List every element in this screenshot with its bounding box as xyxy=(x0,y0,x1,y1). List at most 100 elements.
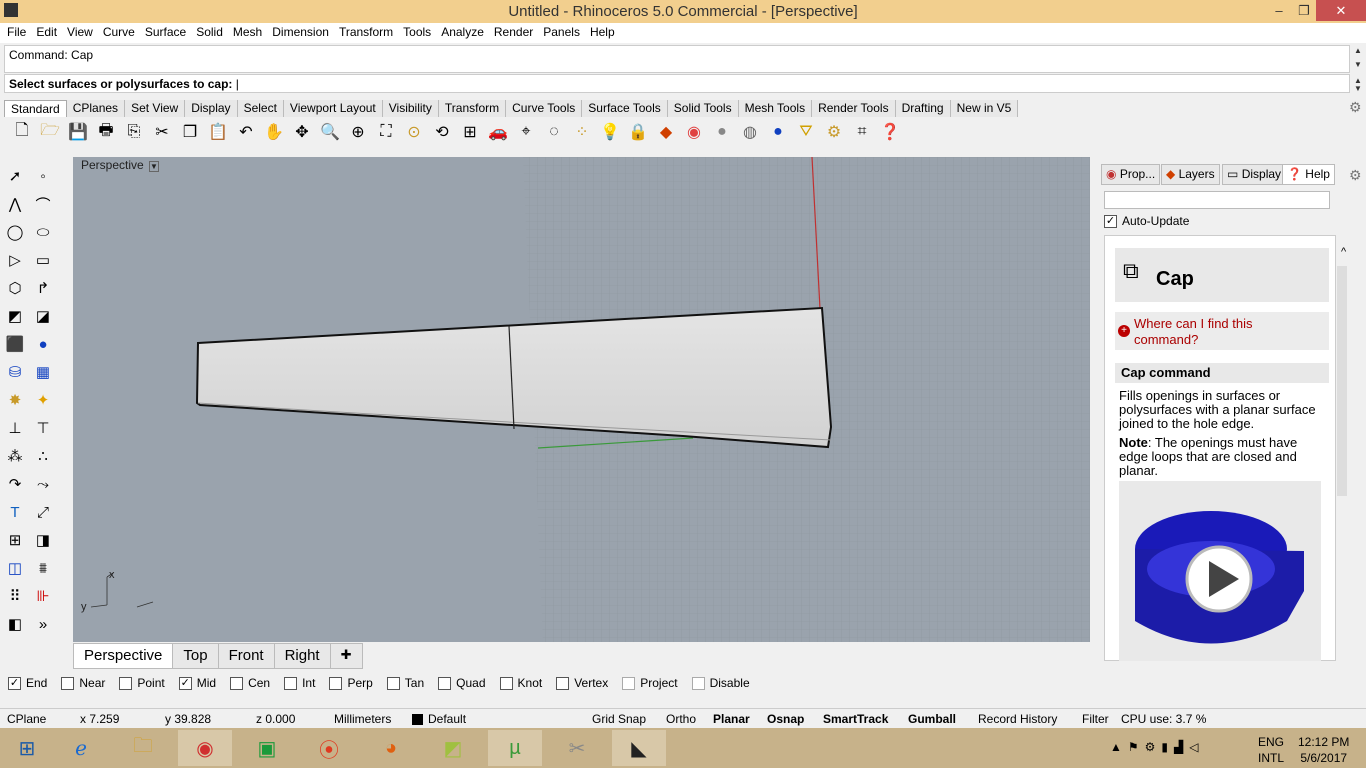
scroll-down-icon[interactable]: ▼ xyxy=(1352,84,1364,93)
help-search-input[interactable] xyxy=(1104,191,1330,209)
mesh-icon[interactable]: ▦ xyxy=(30,359,56,385)
surface-icon[interactable]: ◩ xyxy=(2,303,28,329)
text-icon[interactable]: T xyxy=(2,499,28,525)
menu-curve[interactable]: Curve xyxy=(98,23,140,43)
dimension-icon[interactable]: ⤢ xyxy=(30,499,56,525)
tab-perspective[interactable]: Perspective xyxy=(73,643,174,669)
tab-set-view[interactable]: Set View xyxy=(125,100,186,117)
menu-solid[interactable]: Solid xyxy=(191,23,228,43)
scroll-up-icon[interactable]: ▲ xyxy=(1352,46,1364,58)
polyline-icon[interactable]: ⋀ xyxy=(2,191,28,217)
osnap-disable[interactable]: Disable xyxy=(691,676,750,690)
tab-solid-tools[interactable]: Solid Tools xyxy=(667,100,739,117)
osnap-end[interactable]: ✓ End xyxy=(8,676,47,690)
fillet-edge-icon[interactable]: ↷ xyxy=(2,471,28,497)
tab-visibility[interactable]: Visibility xyxy=(382,100,439,117)
store-icon[interactable]: ▣ xyxy=(240,730,294,766)
scroll-up-icon[interactable]: ▲ xyxy=(1352,76,1364,85)
tab-right[interactable]: Right xyxy=(273,643,331,669)
osnap-toggle[interactable]: Osnap xyxy=(767,712,804,726)
sphere-gray-icon[interactable]: ● xyxy=(708,119,736,145)
menu-transform[interactable]: Transform xyxy=(334,23,398,43)
chevron-down-icon[interactable]: ▼ xyxy=(149,161,159,172)
tab-help[interactable]: ❓ Help xyxy=(1282,164,1335,185)
zoom-extents-icon[interactable]: ⛶ xyxy=(372,119,400,145)
planar-toggle[interactable]: Planar xyxy=(713,712,750,726)
copy-icon[interactable]: ❐ xyxy=(176,119,204,145)
grid-icon[interactable]: ⩩ xyxy=(30,555,56,581)
array-grid-icon[interactable]: ⠿ xyxy=(2,583,28,609)
ellipse-icon[interactable]: ⬭ xyxy=(30,219,56,245)
utorrent-icon[interactable]: µ xyxy=(488,730,542,766)
command-prompt[interactable]: Select surfaces or polysurfaces to cap: … xyxy=(4,74,1350,93)
osnap-near[interactable]: Near xyxy=(61,676,105,690)
minimize-button[interactable]: – xyxy=(1266,0,1292,21)
car-icon[interactable]: 🚗 xyxy=(484,119,512,145)
grid-snap-toggle[interactable]: Grid Snap xyxy=(592,712,646,726)
tab-select[interactable]: Select xyxy=(237,100,284,117)
photos-icon[interactable]: ◩ xyxy=(426,730,480,766)
menu-help[interactable]: Help xyxy=(585,23,620,43)
pan-icon[interactable]: ✋ xyxy=(260,119,288,145)
trim-icon[interactable]: ⊤ xyxy=(30,415,56,441)
tab-top[interactable]: Top xyxy=(172,643,219,669)
scroll-up-icon[interactable]: ^ xyxy=(1341,246,1346,258)
close-button[interactable]: ✕ xyxy=(1316,0,1366,21)
split-icon[interactable]: ⊥ xyxy=(2,415,28,441)
tab-new-in-v5[interactable]: New in V5 xyxy=(950,100,1019,117)
solid-box-icon[interactable]: ◫ xyxy=(2,555,28,581)
rotate-view-icon[interactable]: ✥ xyxy=(288,119,316,145)
record-history-toggle[interactable]: Record History xyxy=(978,712,1057,726)
status-units[interactable]: Millimeters xyxy=(334,712,391,726)
smarttrack-toggle[interactable]: SmartTrack xyxy=(823,712,888,726)
maximize-button[interactable]: ❐ xyxy=(1292,0,1316,21)
surface-edit-icon[interactable]: ◪ xyxy=(30,303,56,329)
set-cplane-icon[interactable]: ⌖ xyxy=(512,119,540,145)
color-wheel-icon[interactable]: ◉ xyxy=(680,119,708,145)
osnap-knot[interactable]: Knot xyxy=(499,676,542,690)
help-icon[interactable]: ❓ xyxy=(876,119,904,145)
zoom-selected-icon[interactable]: ⊙ xyxy=(400,119,428,145)
sphere-blue-icon[interactable]: ● xyxy=(764,119,792,145)
blend-icon[interactable]: ⤳ xyxy=(30,471,56,497)
tab-cplanes[interactable]: CPlanes xyxy=(66,100,126,117)
import-icon[interactable]: ⎘ xyxy=(120,119,148,145)
group-icon[interactable]: ⁂ xyxy=(2,443,28,469)
tool-icon[interactable]: ✂ xyxy=(550,730,604,766)
status-cplane[interactable]: CPlane xyxy=(7,712,46,726)
scroll-down-icon[interactable]: ▼ xyxy=(1352,60,1364,72)
rhino-icon[interactable]: ◣ xyxy=(612,730,666,766)
polygon-icon[interactable]: ⬡ xyxy=(2,275,28,301)
mirror-icon[interactable]: ◨ xyxy=(30,527,56,553)
menu-mesh[interactable]: Mesh xyxy=(228,23,267,43)
osnap-point[interactable]: Point xyxy=(119,676,165,690)
cut-icon[interactable]: ✂ xyxy=(148,119,176,145)
clock[interactable]: 12:12 PM 5/6/2017 xyxy=(1298,734,1349,766)
screenrec-icon[interactable]: ⦿ xyxy=(302,730,356,766)
tab-layers[interactable]: ◆ Layers xyxy=(1161,164,1220,185)
menu-analyze[interactable]: Analyze xyxy=(436,23,489,43)
lock-icon[interactable]: 🔒 xyxy=(624,119,652,145)
osnap-mid[interactable]: ✓ Mid xyxy=(178,676,216,690)
scrollbar-thumb[interactable] xyxy=(1337,266,1347,496)
circle-icon[interactable]: ◯ xyxy=(2,219,28,245)
auto-update-checkbox[interactable]: ✓ Auto-Update xyxy=(1104,214,1189,228)
tab-curve-tools[interactable]: Curve Tools xyxy=(506,100,583,117)
array-icon[interactable]: ⊞ xyxy=(2,527,28,553)
transform-icon[interactable]: ✸ xyxy=(2,387,28,413)
box-icon[interactable]: ⬛ xyxy=(2,331,28,357)
four-views-icon[interactable]: ⊞ xyxy=(456,119,484,145)
add-tab-icon[interactable]: ✚ xyxy=(329,643,363,669)
more-icon[interactable]: » xyxy=(30,611,56,637)
select-arrow-icon[interactable]: ➚ xyxy=(2,163,28,189)
tab-transform[interactable]: Transform xyxy=(438,100,507,117)
tab-front[interactable]: Front xyxy=(217,643,275,669)
menu-render[interactable]: Render xyxy=(489,23,538,43)
sphere-shaded-icon[interactable]: ◍ xyxy=(736,119,764,145)
menu-tools[interactable]: Tools xyxy=(398,23,436,43)
filter-icon[interactable]: ⛛ xyxy=(792,119,820,145)
ungroup-icon[interactable]: ∴ xyxy=(30,443,56,469)
chrome-icon[interactable]: ◉ xyxy=(178,730,232,766)
cylinder-icon[interactable]: ⛁ xyxy=(2,359,28,385)
menu-dimension[interactable]: Dimension xyxy=(267,23,334,43)
